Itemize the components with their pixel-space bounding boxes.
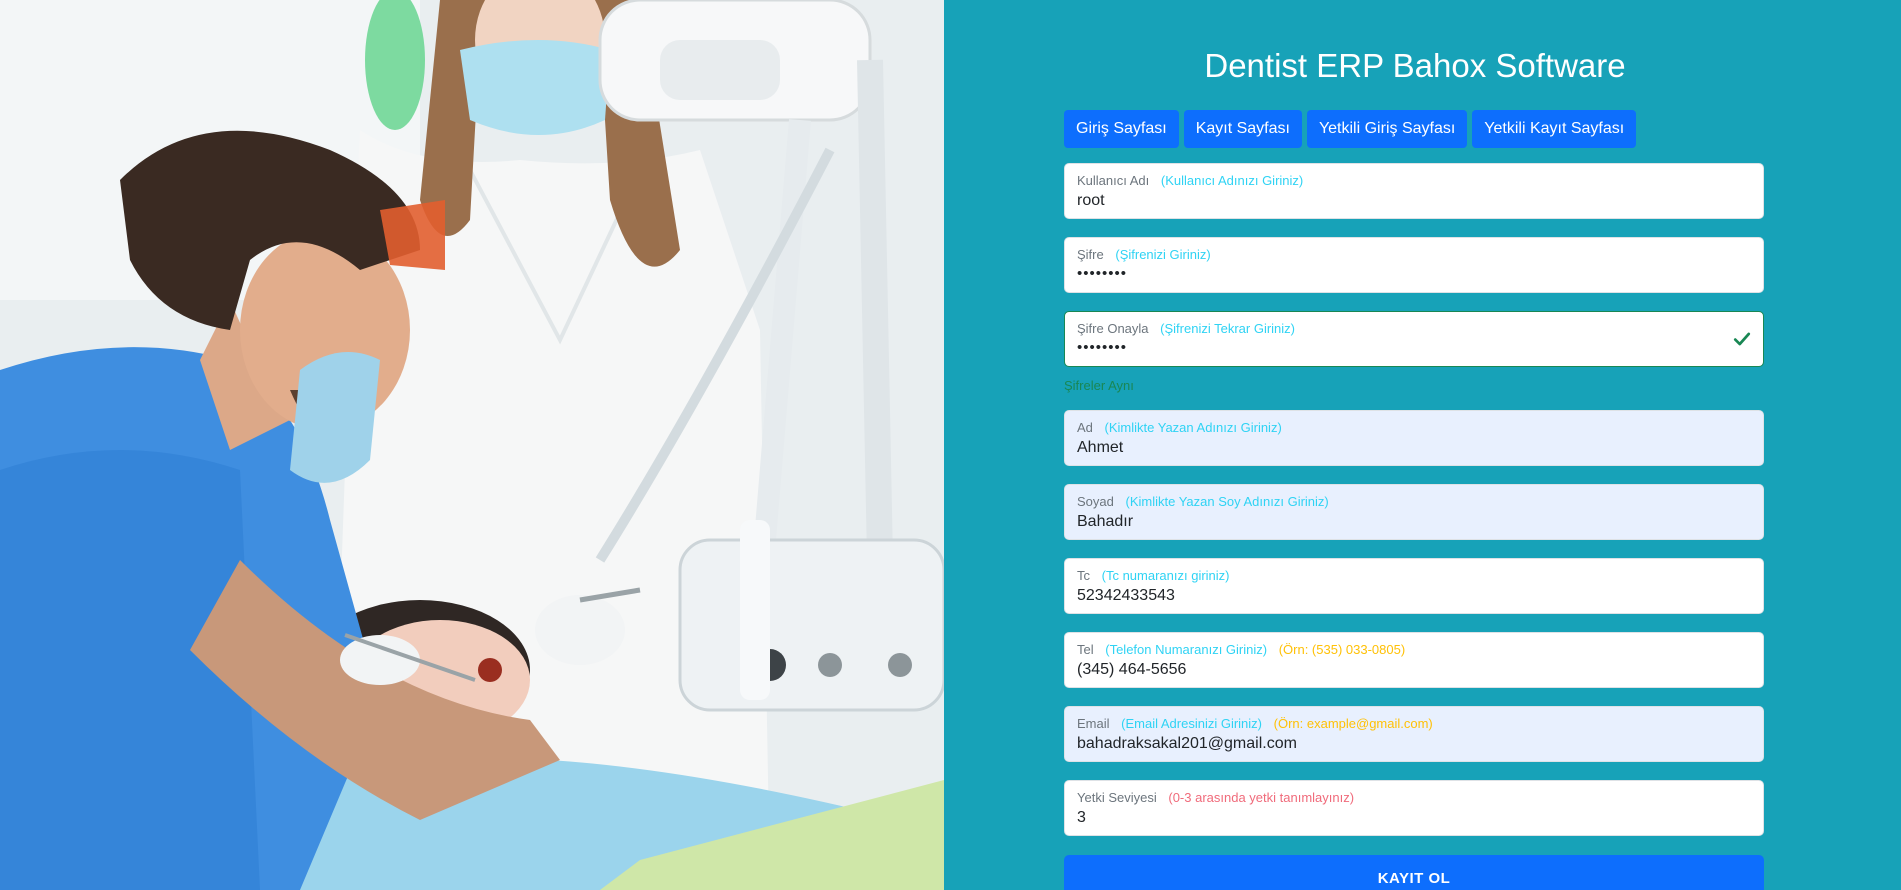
auth-level-hint: (0-3 arasında yetki tanımlayınız) <box>1168 790 1355 805</box>
auth-level-field[interactable]: Yetki Seviyesi (0-3 arasında yetki tanım… <box>1064 780 1764 836</box>
last-name-label: Soyad <box>1077 494 1114 509</box>
page-title: Dentist ERP Bahox Software <box>1204 47 1626 84</box>
username-value: root <box>1077 192 1105 209</box>
nav-tabs: Giriş Sayfası Kayıt Sayfası Yetkili Giri… <box>1064 110 1637 148</box>
last-name-field[interactable]: Soyad (Kimlikte Yazan Soy Adınızı Girini… <box>1064 484 1764 540</box>
tc-hint: (Tc numaranızı giriniz) <box>1101 568 1230 583</box>
email-label: Email <box>1077 716 1110 731</box>
password-value: •••••••• <box>1077 265 1128 282</box>
check-icon <box>1733 332 1751 346</box>
tab-login[interactable]: Giriş Sayfası <box>1064 110 1179 148</box>
tab-admin-register[interactable]: Yetkili Kayıt Sayfası <box>1472 110 1637 148</box>
password-confirm-value: •••••••• <box>1077 339 1128 356</box>
first-name-field[interactable]: Ad (Kimlikte Yazan Adınızı Giriniz) Ahme… <box>1064 410 1764 466</box>
password-confirm-hint: (Şifrenizi Tekrar Giriniz) <box>1160 321 1296 336</box>
username-field[interactable]: Kullanıcı Adı (Kullanıcı Adınızı Giriniz… <box>1064 163 1764 219</box>
email-hint: (Email Adresinizi Giriniz) <box>1121 716 1263 731</box>
first-name-label: Ad <box>1077 420 1093 435</box>
tab-register[interactable]: Kayıt Sayfası <box>1183 110 1302 148</box>
register-panel: Dentist ERP Bahox Software Giriş Sayfası… <box>944 0 1901 890</box>
email-field[interactable]: Email (Email Adresinizi Giriniz) (Örn: e… <box>1064 706 1764 762</box>
register-button[interactable]: KAYIT OL <box>1064 855 1764 890</box>
hero-photo <box>0 0 944 890</box>
password-match-message: Şifreler Aynı <box>1064 378 1134 393</box>
auth-level-label: Yetki Seviyesi <box>1077 790 1157 805</box>
username-label: Kullanıcı Adı <box>1077 173 1150 188</box>
tc-label: Tc <box>1077 568 1090 583</box>
tc-field[interactable]: Tc (Tc numaranızı giriniz) 52342433543 <box>1064 558 1764 614</box>
auth-level-value: 3 <box>1077 809 1086 826</box>
password-confirm-label: Şifre Onayla <box>1077 321 1149 336</box>
tab-admin-login[interactable]: Yetkili Giriş Sayfası <box>1306 110 1468 148</box>
email-value: bahadraksakal201@gmail.com <box>1077 735 1297 752</box>
first-name-hint: (Kimlikte Yazan Adınızı Giriniz) <box>1104 420 1282 435</box>
username-hint: (Kullanıcı Adınızı Giriniz) <box>1160 173 1304 188</box>
password-confirm-field[interactable]: Şifre Onayla (Şifrenizi Tekrar Giriniz) … <box>1064 311 1764 367</box>
password-label: Şifre <box>1077 247 1104 262</box>
password-field[interactable]: Şifre (Şifrenizi Giriniz) •••••••• <box>1064 237 1764 293</box>
last-name-hint: (Kimlikte Yazan Soy Adınızı Giriniz) <box>1125 494 1329 509</box>
phone-example: (Örn: (535) 033-0805) <box>1278 642 1406 657</box>
password-hint: (Şifrenizi Giriniz) <box>1115 247 1211 262</box>
tc-value: 52342433543 <box>1077 587 1175 604</box>
phone-label: Tel <box>1077 642 1094 657</box>
phone-field[interactable]: Tel (Telefon Numaranızı Giriniz) (Örn: (… <box>1064 632 1764 688</box>
register-page: Dentist ERP Bahox Software Giriş Sayfası… <box>0 0 1901 890</box>
first-name-value: Ahmet <box>1077 439 1124 456</box>
email-example: (Örn: example@gmail.com) <box>1273 716 1433 731</box>
phone-value: (345) 464-5656 <box>1077 661 1187 678</box>
dentist-photo-illustration <box>0 0 944 890</box>
phone-hint: (Telefon Numaranızı Giriniz) <box>1105 642 1268 657</box>
last-name-value: Bahadır <box>1077 513 1134 530</box>
